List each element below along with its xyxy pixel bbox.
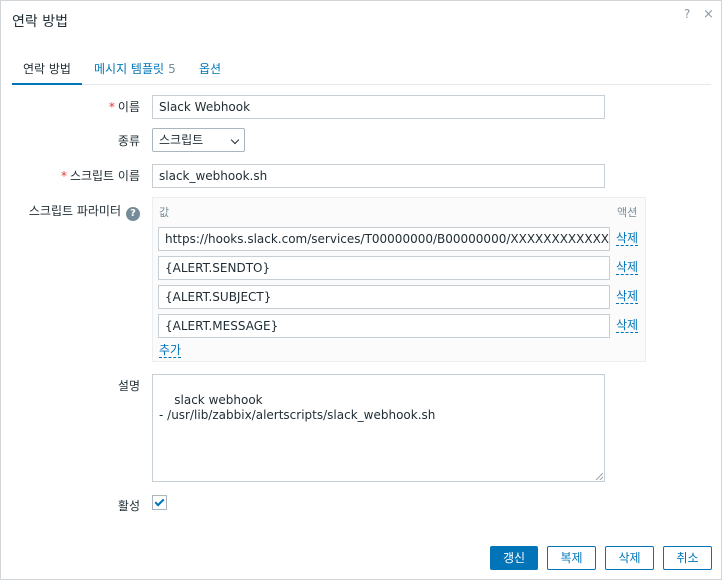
enabled-checkbox[interactable] [152, 495, 167, 510]
tab-count-badge: 5 [168, 62, 176, 76]
cancel-button[interactable]: 취소 [663, 546, 712, 570]
script-name-input[interactable]: slack_webhook.sh [152, 164, 605, 188]
tab-options[interactable]: 옵션 [199, 60, 221, 85]
tab-label: 옵션 [199, 62, 222, 76]
remove-param-link-3[interactable]: 삭제 [616, 289, 639, 304]
type-label: 종류 [117, 134, 140, 148]
script-params-table: 값 액션 https://hooks.slack.com/services/T0… [152, 197, 646, 362]
tab-label: 메시지 템플릿 [94, 62, 165, 76]
type-select[interactable]: 스크립트 [152, 128, 245, 152]
remove-param-link-2[interactable]: 삭제 [616, 260, 639, 275]
description-textarea[interactable]: slack webhook - /usr/lib/zabbix/alertscr… [152, 374, 605, 482]
param-input-3[interactable]: {ALERT.SUBJECT} [158, 285, 610, 309]
required-marker: * [60, 169, 67, 183]
script-params-label-text: 스크립트 파라미터 [28, 204, 121, 218]
remove-param-link-4[interactable]: 삭제 [616, 318, 639, 333]
type-select-value: 스크립트 [159, 133, 204, 147]
chevron-down-icon [230, 135, 240, 145]
param-input-4[interactable]: {ALERT.MESSAGE} [158, 314, 610, 338]
dialog-title: 연락 방법 [12, 14, 68, 30]
clone-button[interactable]: 복제 [547, 546, 596, 570]
name-label-text: 이름 [117, 100, 140, 114]
resize-handle-icon[interactable] [595, 472, 603, 480]
description-label: 설명 [117, 379, 140, 393]
param-input-2[interactable]: {ALERT.SENDTO} [158, 256, 610, 280]
question-help-icon[interactable]: ? [126, 207, 140, 221]
help-icon[interactable]: ? [684, 7, 690, 21]
enabled-label: 활성 [117, 499, 140, 513]
remove-param-link-1[interactable]: 삭제 [616, 231, 639, 246]
tab-label: 연락 방법 [23, 62, 71, 76]
description-text: slack webhook - /usr/lib/zabbix/alertscr… [159, 393, 436, 422]
script-name-label-text: 스크립트 이름 [69, 169, 140, 183]
script-name-label: * 스크립트 이름 [61, 167, 140, 184]
tab-media-type[interactable]: 연락 방법 [12, 60, 82, 85]
script-params-label: 스크립트 파라미터? [29, 202, 140, 221]
tab-bar: 연락 방법 메시지 템플릿 5 옵션 [12, 59, 711, 85]
close-icon[interactable]: × [703, 7, 714, 22]
update-button[interactable]: 갱신 [490, 546, 538, 570]
media-type-dialog: 연락 방법 ? × 연락 방법 메시지 템플릿 5 옵션 * 이름 Slack We… [0, 0, 722, 580]
name-input[interactable]: Slack Webhook [152, 95, 605, 119]
action-column-header: 액션 [617, 206, 638, 219]
value-column-header: 값 [159, 206, 170, 219]
param-input-1[interactable]: https://hooks.slack.com/services/T000000… [158, 227, 610, 251]
checkmark-icon [154, 496, 165, 507]
required-marker: * [108, 100, 115, 114]
add-param-link[interactable]: 추가 [159, 343, 182, 358]
name-label: * 이름 [109, 98, 140, 115]
delete-button[interactable]: 삭제 [605, 546, 654, 570]
tab-message-templates[interactable]: 메시지 템플릿 5 [94, 60, 176, 85]
